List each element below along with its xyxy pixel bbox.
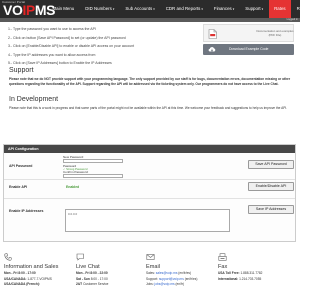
footer-information-sales: Information and Sales Mon - Fri 8:00 - 1… [4, 253, 76, 288]
api-configuration-title: API Configuration [8, 147, 39, 151]
ip-addresses-textarea[interactable]: 0.0.0.0 [65, 209, 230, 232]
email-title: Email [146, 264, 160, 270]
info-sales-title: Information and Sales [4, 264, 59, 270]
cloud-download-icon [208, 47, 216, 52]
step-5: 5.- Click on [Save IP Addresses] button … [8, 61, 112, 65]
fax-title: Fax [218, 264, 228, 270]
chevron-down-icon: ▾ [112, 7, 115, 11]
chevron-down-icon: ▾ [232, 7, 235, 11]
sub-header-bar [0, 18, 300, 22]
api-configuration-table: API Configuration API Password New Passw… [3, 144, 296, 242]
chevron-down-icon: ▾ [201, 7, 203, 11]
row-divider [4, 179, 295, 180]
email-jobs: Jobs: jobs@voip.ms (en/fr) [146, 282, 184, 287]
chat-bubble-icon [76, 253, 84, 261]
envelope-icon [146, 254, 155, 260]
save-api-password-button[interactable]: Save API Password [248, 160, 294, 169]
in-development-notice: Please note that this is a work in progr… [9, 106, 288, 110]
nav-support[interactable]: Support▾ [240, 0, 269, 18]
footer-fax: Fax USA Toll Free: 1.888.311.7782 Intern… [218, 253, 290, 282]
api-password-label: API Password [9, 164, 33, 168]
nav-finances[interactable]: Finances▾ [208, 0, 239, 18]
enable-disable-api-button[interactable]: Enable/Disable API [248, 182, 294, 191]
api-setup-steps: 1.- Type the password you want to use to… [8, 25, 198, 68]
save-ip-addresses-button[interactable]: Save IP Addresses [248, 205, 294, 214]
support-email-link[interactable]: support@voip.ms [159, 277, 184, 281]
footer-live-chat: Live Chat Mon - Fri 8:00 - 22:00 Sat - S… [76, 253, 148, 288]
download-example-code-button[interactable]: Download Example Code [203, 44, 294, 55]
enable-ip-addresses-label: Enable IP Addresses [9, 209, 44, 213]
step-1: 1.- Type the password you want to use to… [8, 27, 96, 31]
confirm-password-input[interactable] [63, 174, 123, 178]
info-usa-canada-french: USA/CANADA (French): [4, 282, 41, 287]
support-heading: Support [9, 67, 34, 74]
step-2: 2.- Click on button [Save API Password] … [8, 35, 126, 40]
footer-email: Email Sales: sales@voip.ms (en/fr/es) Su… [146, 253, 218, 288]
api-configuration-header: API Configuration [4, 145, 295, 153]
row-divider [4, 198, 295, 199]
api-status-enabled: Enabled [66, 185, 80, 189]
documentation-text: Documentation and examples (PDF File) [256, 29, 294, 37]
download-example-code-label: Download Example Code [229, 47, 269, 51]
ip-addresses-value: 0.0.0.0 [68, 212, 78, 216]
step-4: 4.- Type the IP addresses you want to al… [8, 52, 96, 57]
fax-icon [218, 253, 227, 261]
main-nav: Main Menu DID Numbers▾ Sub Accounts▾ CDR… [47, 0, 320, 18]
support-notice: Please note that we do NOT provide suppo… [9, 77, 291, 86]
new-password-input[interactable] [63, 159, 123, 163]
nav-sub-accounts[interactable]: Sub Accounts▾ [120, 0, 160, 18]
enable-api-label: Enable API [9, 185, 28, 189]
chat-customer-service: 24/7 Customer Service [76, 282, 109, 287]
sales-email-link[interactable]: sales@voip.ms [156, 271, 178, 275]
phone-icon [4, 253, 12, 261]
nav-rates[interactable]: Rates [268, 0, 292, 18]
live-chat-title: Live Chat [76, 264, 100, 270]
in-development-heading: In Development [9, 96, 59, 103]
nav-did-numbers[interactable]: DID Numbers▾ [80, 0, 120, 18]
nav-cdr-reports[interactable]: CDR and Reports▾ [160, 0, 208, 18]
step-3: 3.- Click on [Enable/Disable API] to ena… [8, 44, 135, 48]
nav-resellers[interactable]: Resellers [291, 0, 320, 18]
nav-main-menu[interactable]: Main Menu [47, 0, 80, 18]
jobs-email-link[interactable]: jobs@voip.ms [155, 282, 175, 286]
documentation-link[interactable]: Documentation and examples (PDF File) [203, 24, 294, 42]
pdf-document-icon [208, 29, 217, 39]
fax-international: International: 1.214.703.7055 [218, 276, 262, 281]
chevron-down-icon: ▾ [261, 7, 264, 11]
login-status: Logged in [286, 18, 298, 21]
chevron-down-icon: ▾ [153, 7, 155, 11]
